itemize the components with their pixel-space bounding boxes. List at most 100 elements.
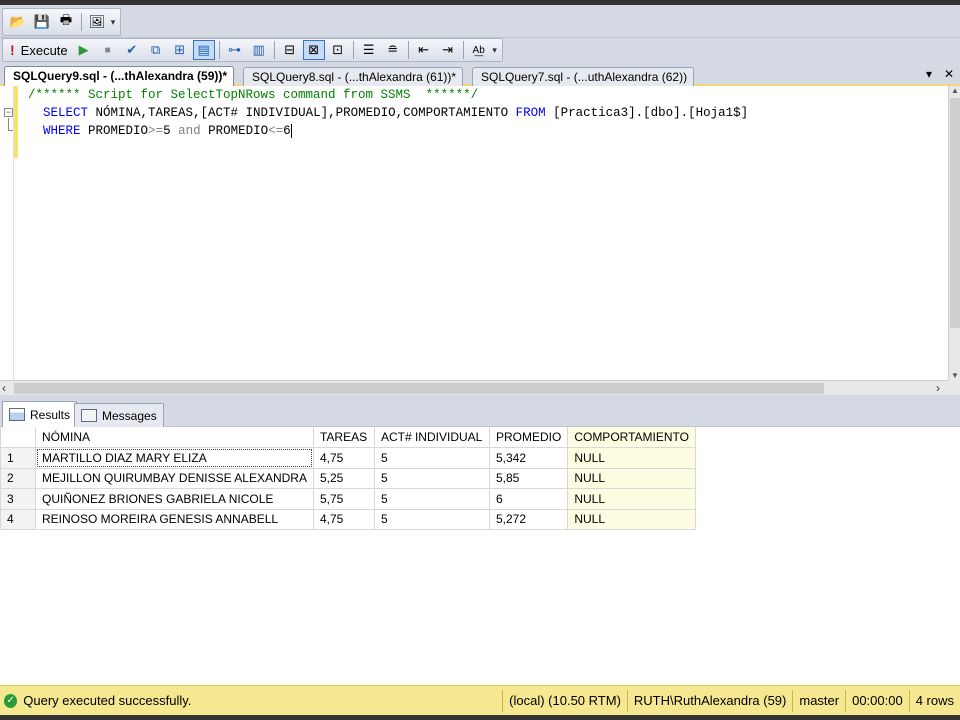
row-number[interactable]: 4: [0, 508, 36, 530]
cell-act-individual[interactable]: 5: [373, 447, 490, 469]
scroll-left-icon[interactable]: ‹: [2, 381, 6, 395]
document-tab-bar: SQLQuery9.sql - (...thAlexandra (59))* S…: [0, 64, 960, 86]
cell-tareas[interactable]: 5,75: [312, 488, 375, 510]
client-statistics-icon[interactable]: ▥: [248, 40, 270, 60]
tab-results-label: Results: [30, 407, 71, 422]
cell-comportamiento[interactable]: NULL: [567, 508, 697, 530]
execute-button[interactable]: ! Execute: [6, 42, 72, 58]
cell-promedio[interactable]: 5,272: [488, 508, 569, 530]
toolbar-separator: [462, 41, 464, 59]
status-elapsed-time: 00:00:00: [845, 689, 909, 712]
cell-comportamiento[interactable]: NULL: [567, 447, 697, 469]
cell-comportamiento[interactable]: NULL: [567, 467, 697, 489]
query-editor[interactable]: − /****** Script for SelectTopNRows comm…: [0, 86, 960, 380]
column-header-comportamiento[interactable]: COMPORTAMIENTO: [567, 427, 697, 448]
query-designer-icon[interactable]: ⊞: [169, 40, 191, 60]
save-icon[interactable]: 💾: [31, 12, 53, 32]
scrollbar-corner: [948, 380, 960, 395]
table-row[interactable]: 1 MARTILLO DIAZ MARY ELIZA 4,75 5 5,342 …: [0, 447, 697, 469]
cell-nomina[interactable]: REINOSO MOREIRA GENESIS ANNABELL: [35, 508, 314, 530]
standard-toolbar: 📂 💾 🖶 🖼 ▾: [0, 5, 960, 38]
column-header-tareas[interactable]: TAREAS: [312, 427, 375, 448]
sql-code[interactable]: /****** Script for SelectTopNRows comman…: [28, 86, 748, 140]
table-row[interactable]: 2 MEJILLON QUIRUMBAY DENISSE ALEXANDRA 5…: [0, 467, 697, 489]
scroll-up-icon[interactable]: ▲: [949, 86, 960, 95]
kw-where: WHERE: [43, 124, 81, 138]
results-grid[interactable]: NÓMINA TAREAS ACT# INDIVIDUAL PROMEDIO C…: [0, 427, 960, 685]
include-plan-icon[interactable]: ⊶: [224, 40, 246, 60]
toolbar-separator: [352, 41, 354, 59]
toolbar-overflow-icon[interactable]: ▾: [109, 17, 117, 28]
column-header-act-individual[interactable]: ACT# INDIVIDUAL: [373, 427, 490, 448]
results-tab-bar: Results Messages: [0, 395, 960, 427]
cell-promedio[interactable]: 5,342: [488, 447, 569, 469]
vertical-scroll-thumb[interactable]: [950, 98, 960, 328]
results-to-text-icon[interactable]: ⊟: [279, 40, 301, 60]
results-to-file-icon[interactable]: ⊡: [327, 40, 349, 60]
tab-results[interactable]: Results: [2, 401, 78, 427]
tab-messages[interactable]: Messages: [74, 403, 164, 427]
results-table: NÓMINA TAREAS ACT# INDIVIDUAL PROMEDIO C…: [0, 427, 697, 530]
status-row-count: 4 rows: [908, 689, 960, 712]
debug-play-icon[interactable]: ▶: [73, 40, 95, 60]
status-bar: ✓ Query executed successfully. (local) (…: [0, 685, 960, 715]
row-number[interactable]: 3: [0, 488, 36, 510]
collapse-region-icon[interactable]: −: [4, 108, 13, 117]
row-number[interactable]: 2: [0, 467, 36, 489]
cell-comportamiento[interactable]: NULL: [567, 488, 697, 510]
print-icon[interactable]: 🖶: [55, 12, 77, 32]
cell-act-individual[interactable]: 5: [373, 467, 490, 489]
status-message: Query executed successfully.: [23, 693, 192, 708]
cell-nomina[interactable]: MEJILLON QUIRUMBAY DENISSE ALEXANDRA: [35, 467, 314, 489]
table-row[interactable]: 3 QUIÑONEZ BRIONES GABRIELA NICOLE 5,75 …: [0, 488, 697, 510]
kw-and: and: [178, 124, 201, 138]
sql-editor-toolbar-strip: ! Execute ▶ ■ ✔ ⧉ ⊞ ▤ ⊶ ▥ ⊟ ⊠ ⊡ ☰ ≘ ⇤ ⇥ …: [2, 38, 503, 62]
tab-sqlquery7[interactable]: SQLQuery7.sql - (...uthAlexandra (62)): [472, 67, 695, 86]
cell-act-individual[interactable]: 5: [373, 508, 490, 530]
kw-from: FROM: [515, 106, 546, 120]
stop-icon[interactable]: ■: [97, 40, 119, 60]
table-row[interactable]: 4 REINOSO MOREIRA GENESIS ANNABELL 4,75 …: [0, 508, 697, 530]
scroll-down-icon[interactable]: ▼: [949, 371, 960, 380]
row-number-header[interactable]: [0, 427, 36, 448]
cell-tareas[interactable]: 5,25: [312, 467, 375, 489]
tab-list-dropdown-icon[interactable]: ▾: [926, 67, 932, 81]
parse-checkmark-icon[interactable]: ✔: [121, 40, 143, 60]
row-number[interactable]: 1: [0, 447, 36, 469]
execute-label: Execute: [20, 42, 68, 58]
results-to-grid-icon[interactable]: ▤: [192, 40, 215, 60]
code-comment: /****** Script for SelectTopNRows comman…: [28, 88, 479, 102]
open-file-icon[interactable]: 📂: [7, 12, 29, 32]
horizontal-scroll-thumb[interactable]: [14, 383, 824, 394]
code-col2: PROMEDIO: [200, 124, 269, 138]
display-plan-icon[interactable]: ⧉: [145, 40, 167, 60]
results-grid-toggle-icon[interactable]: ⊠: [302, 40, 325, 60]
close-tab-icon[interactable]: ✕: [944, 67, 954, 81]
column-header-nomina[interactable]: NÓMINA: [35, 427, 314, 448]
toolbar-separator: [218, 41, 220, 59]
editor-horizontal-scrollbar[interactable]: ‹ ›: [0, 380, 948, 395]
uncomment-lines-icon[interactable]: ≘: [382, 40, 404, 60]
cell-act-individual[interactable]: 5: [373, 488, 490, 510]
cell-nomina[interactable]: QUIÑONEZ BRIONES GABRIELA NICOLE: [35, 488, 314, 510]
decrease-indent-icon[interactable]: ⇤: [413, 40, 435, 60]
cell-promedio[interactable]: 6: [488, 488, 569, 510]
increase-indent-icon[interactable]: ⇥: [437, 40, 459, 60]
comment-lines-icon[interactable]: ☰: [358, 40, 380, 60]
column-header-promedio[interactable]: PROMEDIO: [488, 427, 569, 448]
cell-tareas[interactable]: 4,75: [312, 508, 375, 530]
success-check-icon: ✓: [4, 693, 18, 708]
editor-vertical-scrollbar[interactable]: ▲ ▼: [948, 86, 960, 380]
cell-promedio[interactable]: 5,85: [488, 467, 569, 489]
toolbar-overflow-icon[interactable]: ▾: [491, 45, 499, 56]
code-table: [Practica3].[dbo].[Hoja1$]: [545, 106, 749, 120]
tab-sqlquery8[interactable]: SQLQuery8.sql - (...thAlexandra (61))*: [243, 67, 464, 86]
cell-nomina[interactable]: MARTILLO DIAZ MARY ELIZA: [35, 447, 314, 469]
toolbar-separator: [273, 41, 275, 59]
cell-tareas[interactable]: 4,75: [312, 447, 375, 469]
scroll-right-icon[interactable]: ›: [936, 381, 940, 395]
code-op1: >=: [148, 124, 164, 138]
activity-monitor-icon[interactable]: 🖼: [86, 12, 108, 32]
specify-values-icon[interactable]: A͟b: [468, 40, 490, 60]
tab-sqlquery9[interactable]: SQLQuery9.sql - (...thAlexandra (59))*: [4, 66, 235, 86]
